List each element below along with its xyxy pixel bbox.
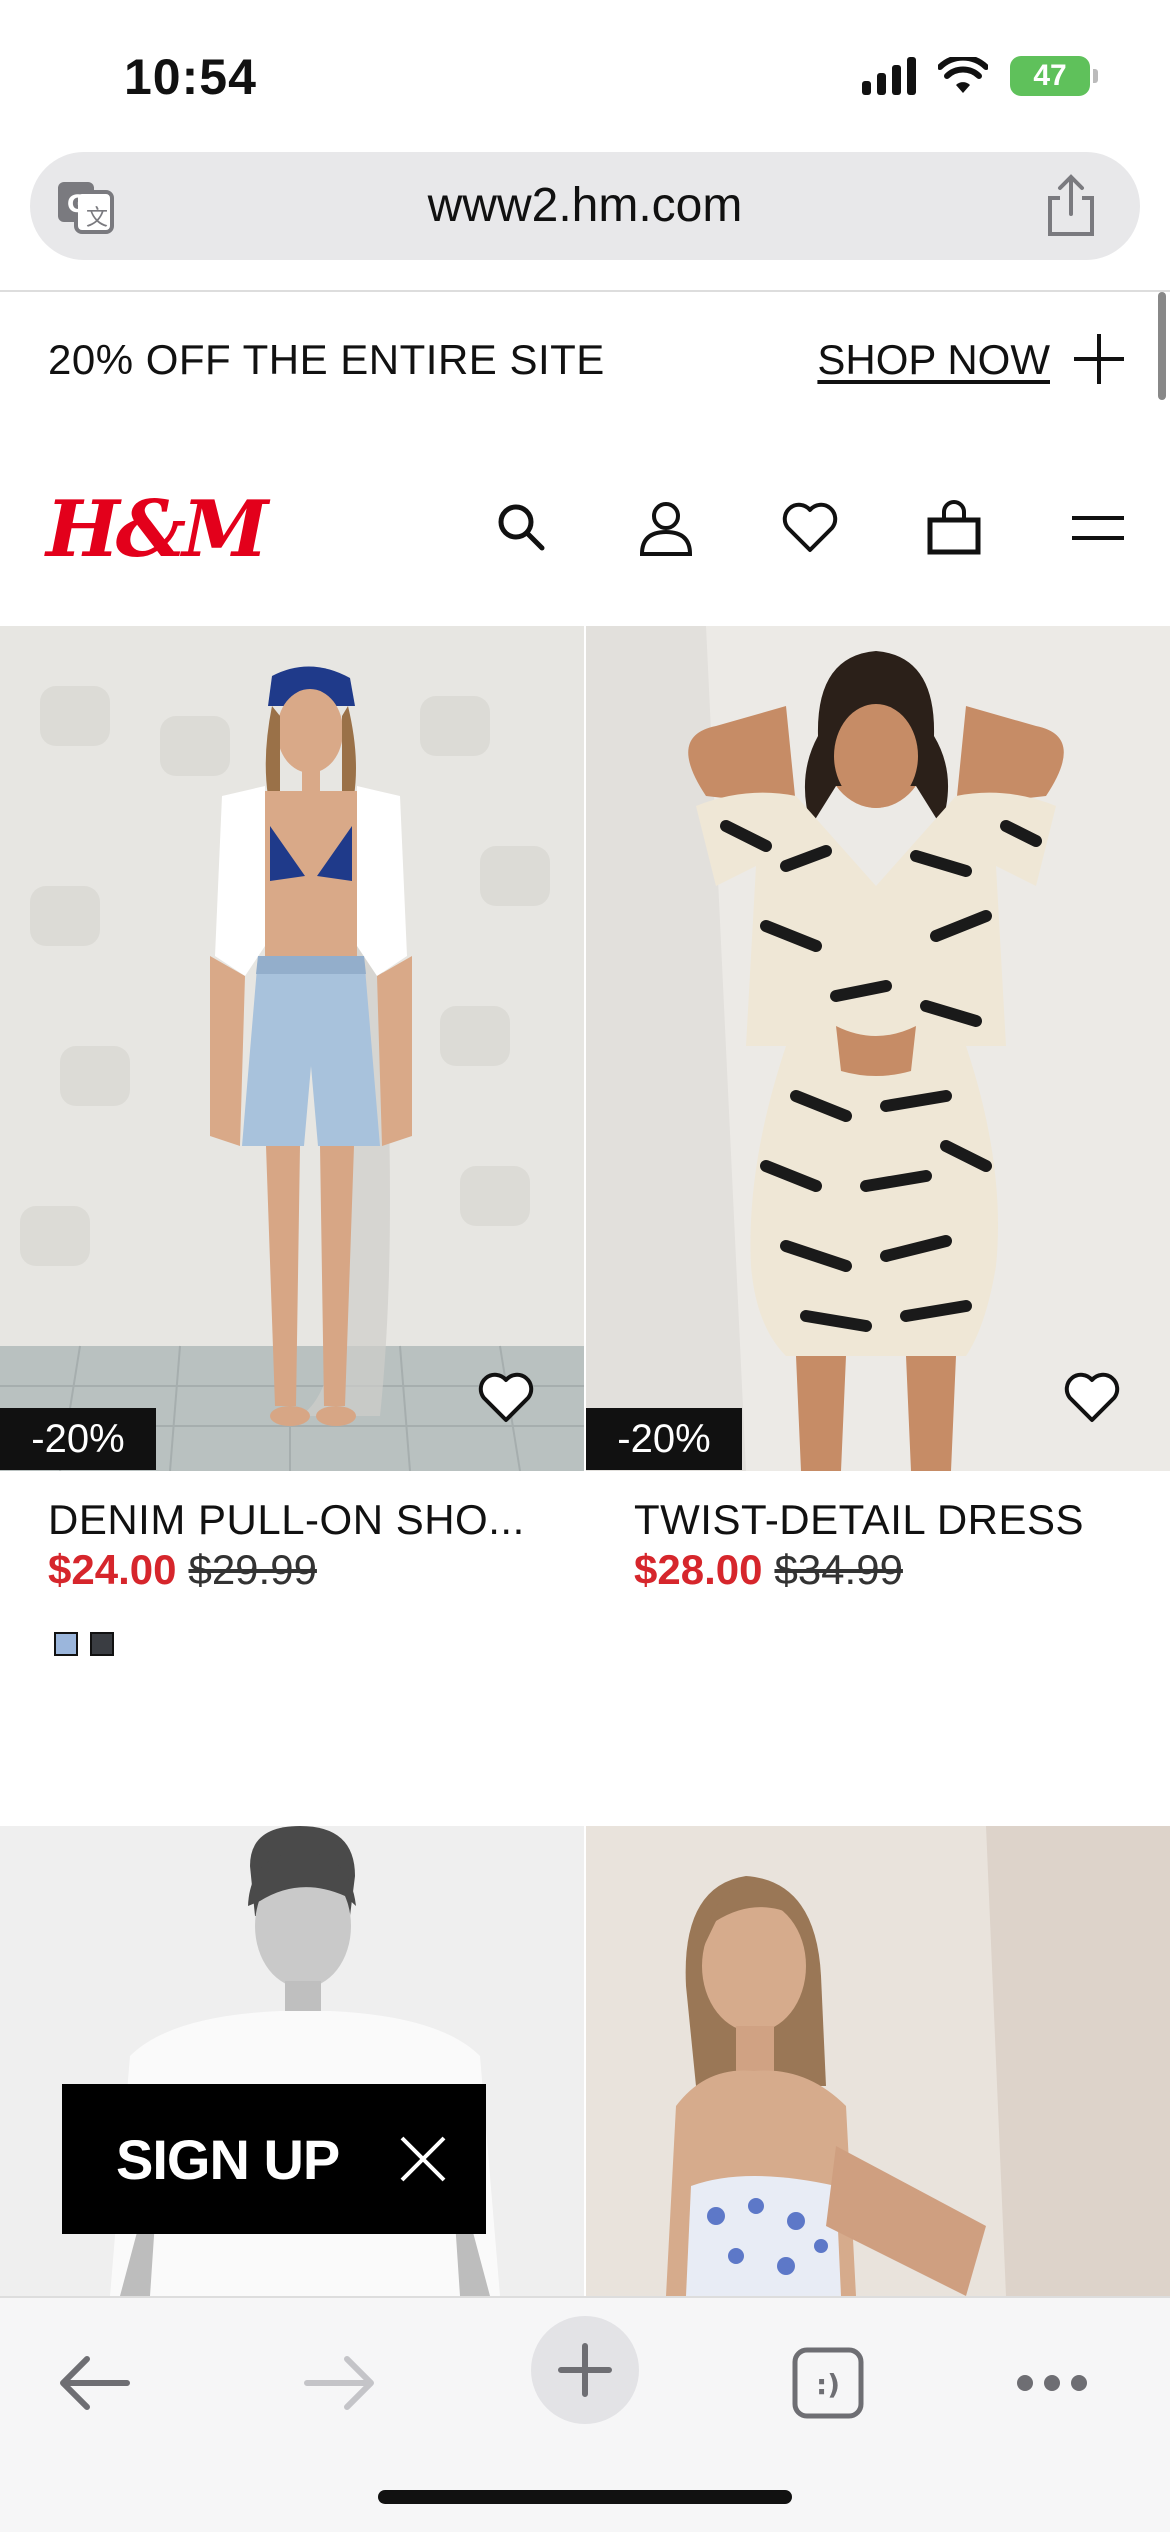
- back-arrow-icon: [60, 2356, 130, 2410]
- color-swatch-dark-gray[interactable]: [90, 1632, 114, 1656]
- discount-badge: -20%: [0, 1408, 156, 1470]
- tabs-icon: :): [792, 2347, 864, 2419]
- add-to-favorites-icon[interactable]: [478, 1372, 534, 1424]
- product-photo-4: [586, 1826, 1170, 2296]
- product-name[interactable]: TWIST-DETAIL DRESS: [634, 1496, 1084, 1544]
- expand-plus-icon[interactable]: [1072, 332, 1126, 386]
- signup-banner[interactable]: SIGN UP: [62, 2084, 486, 2234]
- more-icon: [1017, 2375, 1087, 2391]
- sale-price: $28.00: [634, 1546, 763, 1593]
- favorites-icon[interactable]: [780, 498, 840, 558]
- product-photo-denim-shorts: [0, 626, 584, 1471]
- promo-text: 20% OFF THE ENTIRE SITE: [48, 336, 605, 383]
- more-options-button[interactable]: [1002, 2338, 1102, 2428]
- address-bar[interactable]: G 文 www2.hm.com: [30, 152, 1140, 260]
- home-indicator: [378, 2490, 792, 2504]
- share-icon[interactable]: [1042, 174, 1100, 238]
- status-time: 10:54: [124, 49, 257, 105]
- product-price: $28.00 $34.99: [634, 1546, 903, 1594]
- product-price: $24.00 $29.99: [48, 1546, 317, 1594]
- new-tab-button[interactable]: [531, 2316, 639, 2424]
- tabs-icon-label: :): [816, 2368, 840, 2401]
- signup-label[interactable]: SIGN UP: [116, 2127, 340, 2192]
- sale-price: $24.00: [48, 1546, 177, 1593]
- add-to-favorites-icon[interactable]: [1064, 1372, 1120, 1424]
- page-scrollbar[interactable]: [1158, 292, 1166, 400]
- forward-button[interactable]: [290, 2338, 390, 2428]
- color-swatch-light-blue[interactable]: [54, 1632, 78, 1656]
- tabs-button[interactable]: :): [778, 2338, 878, 2428]
- wifi-icon: [938, 57, 988, 93]
- url-text[interactable]: www2.hm.com: [30, 178, 1140, 233]
- product-image-denim-shorts[interactable]: -20%: [0, 626, 584, 1471]
- original-price: $29.99: [188, 1546, 317, 1593]
- original-price: $34.99: [774, 1546, 903, 1593]
- site-header: H&M: [0, 432, 1170, 626]
- account-icon[interactable]: [636, 498, 696, 558]
- battery-level: 47: [1033, 59, 1067, 92]
- menu-icon[interactable]: [1068, 498, 1128, 558]
- status-icons: 47: [862, 56, 1098, 96]
- battery-icon: 47: [1010, 56, 1098, 96]
- shop-now-link[interactable]: SHOP NOW: [817, 336, 1050, 384]
- cellular-signal-icon: [862, 57, 916, 95]
- status-bar: 10:54 47: [0, 0, 1170, 140]
- product-image-4[interactable]: [586, 1826, 1170, 2296]
- forward-arrow-icon: [304, 2356, 374, 2410]
- promo-banner: 20% OFF THE ENTIRE SITE SHOP NOW: [0, 292, 1170, 432]
- close-icon[interactable]: [398, 2134, 448, 2184]
- search-icon[interactable]: [492, 498, 552, 558]
- product-photo-twist-dress: [586, 626, 1170, 1471]
- product-name[interactable]: DENIM PULL-ON SHO...: [48, 1496, 525, 1544]
- shopping-bag-icon[interactable]: [924, 498, 984, 558]
- back-button[interactable]: [44, 2338, 144, 2428]
- discount-badge: -20%: [586, 1408, 742, 1470]
- hm-logo[interactable]: H&M: [46, 484, 268, 575]
- product-image-twist-dress[interactable]: -20%: [586, 626, 1170, 1471]
- plus-icon: [558, 2343, 612, 2397]
